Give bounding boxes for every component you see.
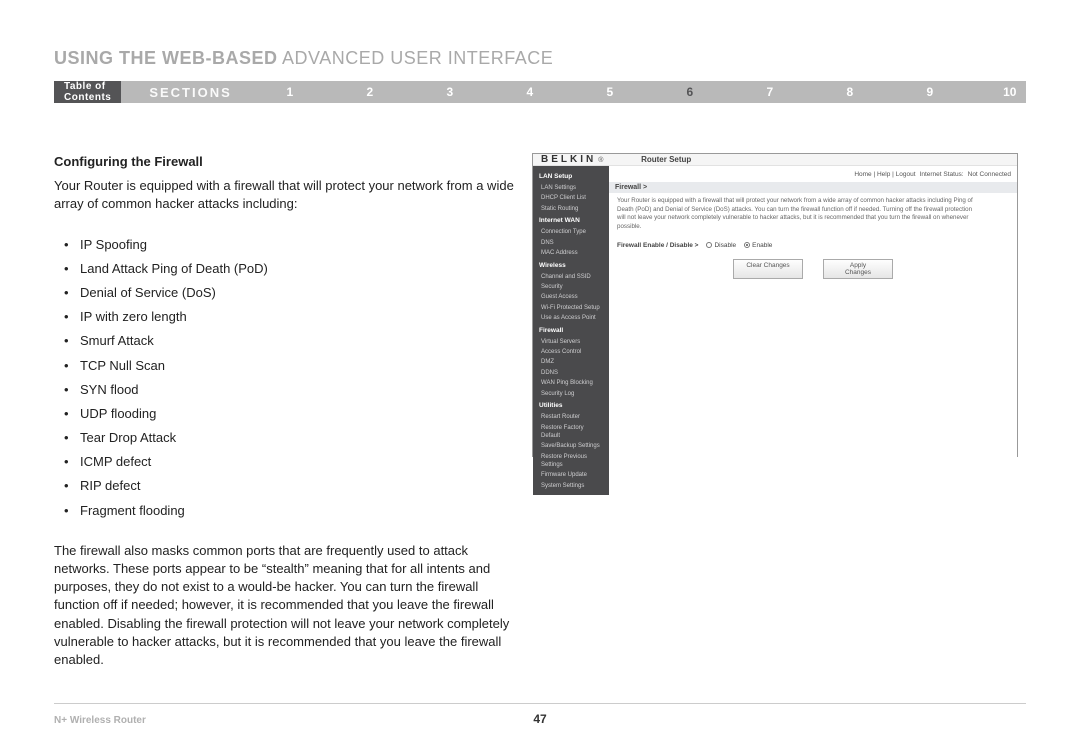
router-admin-screenshot: BELKIN® Router Setup LAN SetupLAN Settin… [532,153,1018,457]
radio-icon [706,242,712,248]
radio-label: Disable [714,242,736,249]
sidebar-item[interactable]: Security Log [533,389,609,399]
nav-section-2[interactable]: 2 [330,85,410,99]
nav-section-9[interactable]: 9 [890,85,970,99]
router-desc: Your Router is equipped with a firewall … [609,193,989,240]
nav-section-8[interactable]: 8 [810,85,890,99]
nav-section-6[interactable]: 6 [650,85,730,99]
page-number: 47 [0,712,1080,726]
sidebar-item[interactable]: DNS [533,238,609,248]
sidebar-group: Wireless [533,259,609,272]
router-main: Home | Help | Logout Internet Status: No… [609,166,1017,495]
sidebar-item[interactable]: Use as Access Point [533,313,609,323]
router-header-title: Router Setup [641,155,691,164]
list-item: SYN flood [64,381,514,399]
sidebar-item[interactable]: DDNS [533,368,609,378]
list-item: Tear Drop Attack [64,429,514,447]
sidebar-item[interactable]: Restore Previous Settings [533,452,609,471]
list-item: TCP Null Scan [64,357,514,375]
nav-section-7[interactable]: 7 [730,85,810,99]
toggle-label: Firewall Enable / Disable > [617,242,698,249]
sidebar-item[interactable]: Wi-Fi Protected Setup [533,303,609,313]
radio-icon [744,242,750,248]
section-heading: Configuring the Firewall [54,153,514,171]
page-title: USING THE WEB-BASED ADVANCED USER INTERF… [0,0,1080,81]
sidebar-item[interactable]: LAN Settings [533,183,609,193]
list-item: Smurf Attack [64,332,514,350]
nav-section-10[interactable]: 10 [970,85,1050,99]
sidebar-item[interactable]: DHCP Client List [533,193,609,203]
intro-text: Your Router is equipped with a firewall … [54,177,514,213]
sidebar-item[interactable]: Static Routing [533,204,609,214]
title-light: ADVANCED USER INTERFACE [278,48,554,68]
nav-section-4[interactable]: 4 [490,85,570,99]
sidebar-item[interactable]: DMZ [533,357,609,367]
sidebar-item[interactable]: Virtual Servers [533,337,609,347]
clear-changes-button[interactable]: Clear Changes [733,259,803,279]
router-header: BELKIN® Router Setup [533,154,1017,166]
body-paragraph: The firewall also masks common ports tha… [54,542,514,669]
nav-section-3[interactable]: 3 [410,85,490,99]
sidebar-group: Internet WAN [533,214,609,227]
status-label: Internet Status: [920,171,964,178]
brand-logo: BELKIN [541,154,596,165]
status-value: Not Connected [968,171,1011,178]
text-column: Configuring the Firewall Your Router is … [54,153,514,669]
list-item: Fragment flooding [64,502,514,520]
sidebar-item[interactable]: MAC Address [533,248,609,258]
radio-label: Enable [752,242,772,249]
sidebar-group: Firewall [533,324,609,337]
list-item: Denial of Service (DoS) [64,284,514,302]
attack-list: IP Spoofing Land Attack Ping of Death (P… [64,236,514,520]
list-item: IP Spoofing [64,236,514,254]
sidebar-item[interactable]: Connection Type [533,227,609,237]
sidebar-item[interactable]: System Settings [533,481,609,491]
sidebar-group: LAN Setup [533,170,609,183]
breadcrumb: Firewall > [609,182,1017,193]
sidebar-item[interactable]: Save/Backup Settings [533,441,609,451]
radio-enable[interactable]: Enable [744,242,772,249]
nav-toc-link[interactable]: Table of Contents [54,81,121,103]
topbar-links[interactable]: Home | Help | Logout [854,171,915,178]
nav-section-1[interactable]: 1 [250,85,330,99]
nav-sections-label: SECTIONS [121,85,249,100]
list-item: UDP flooding [64,405,514,423]
sidebar-item[interactable]: Access Control [533,347,609,357]
sidebar-item[interactable]: WAN Ping Blocking [533,378,609,388]
sidebar-item[interactable]: Channel and SSID [533,272,609,282]
brand-mark: ® [598,157,603,164]
sidebar-item[interactable]: Restore Factory Default [533,423,609,442]
footer-rule [54,703,1026,704]
section-nav: Table of Contents SECTIONS 1 2 3 4 5 6 7… [54,81,1026,103]
firewall-toggle-row: Firewall Enable / Disable > Disable Enab… [609,240,1017,251]
sidebar-item[interactable]: Guest Access [533,292,609,302]
sidebar-item[interactable]: Security [533,282,609,292]
nav-section-5[interactable]: 5 [570,85,650,99]
radio-disable[interactable]: Disable [706,242,736,249]
title-bold: USING THE WEB-BASED [54,48,278,68]
router-topbar: Home | Help | Logout Internet Status: No… [609,166,1017,182]
apply-changes-button[interactable]: Apply Changes [823,259,893,279]
sidebar-group: Utilities [533,399,609,412]
list-item: RIP defect [64,477,514,495]
list-item: Land Attack Ping of Death (PoD) [64,260,514,278]
list-item: ICMP defect [64,453,514,471]
list-item: IP with zero length [64,308,514,326]
router-sidebar: LAN SetupLAN SettingsDHCP Client ListSta… [533,166,609,495]
sidebar-item[interactable]: Restart Router [533,412,609,422]
sidebar-item[interactable]: Firmware Update [533,470,609,480]
